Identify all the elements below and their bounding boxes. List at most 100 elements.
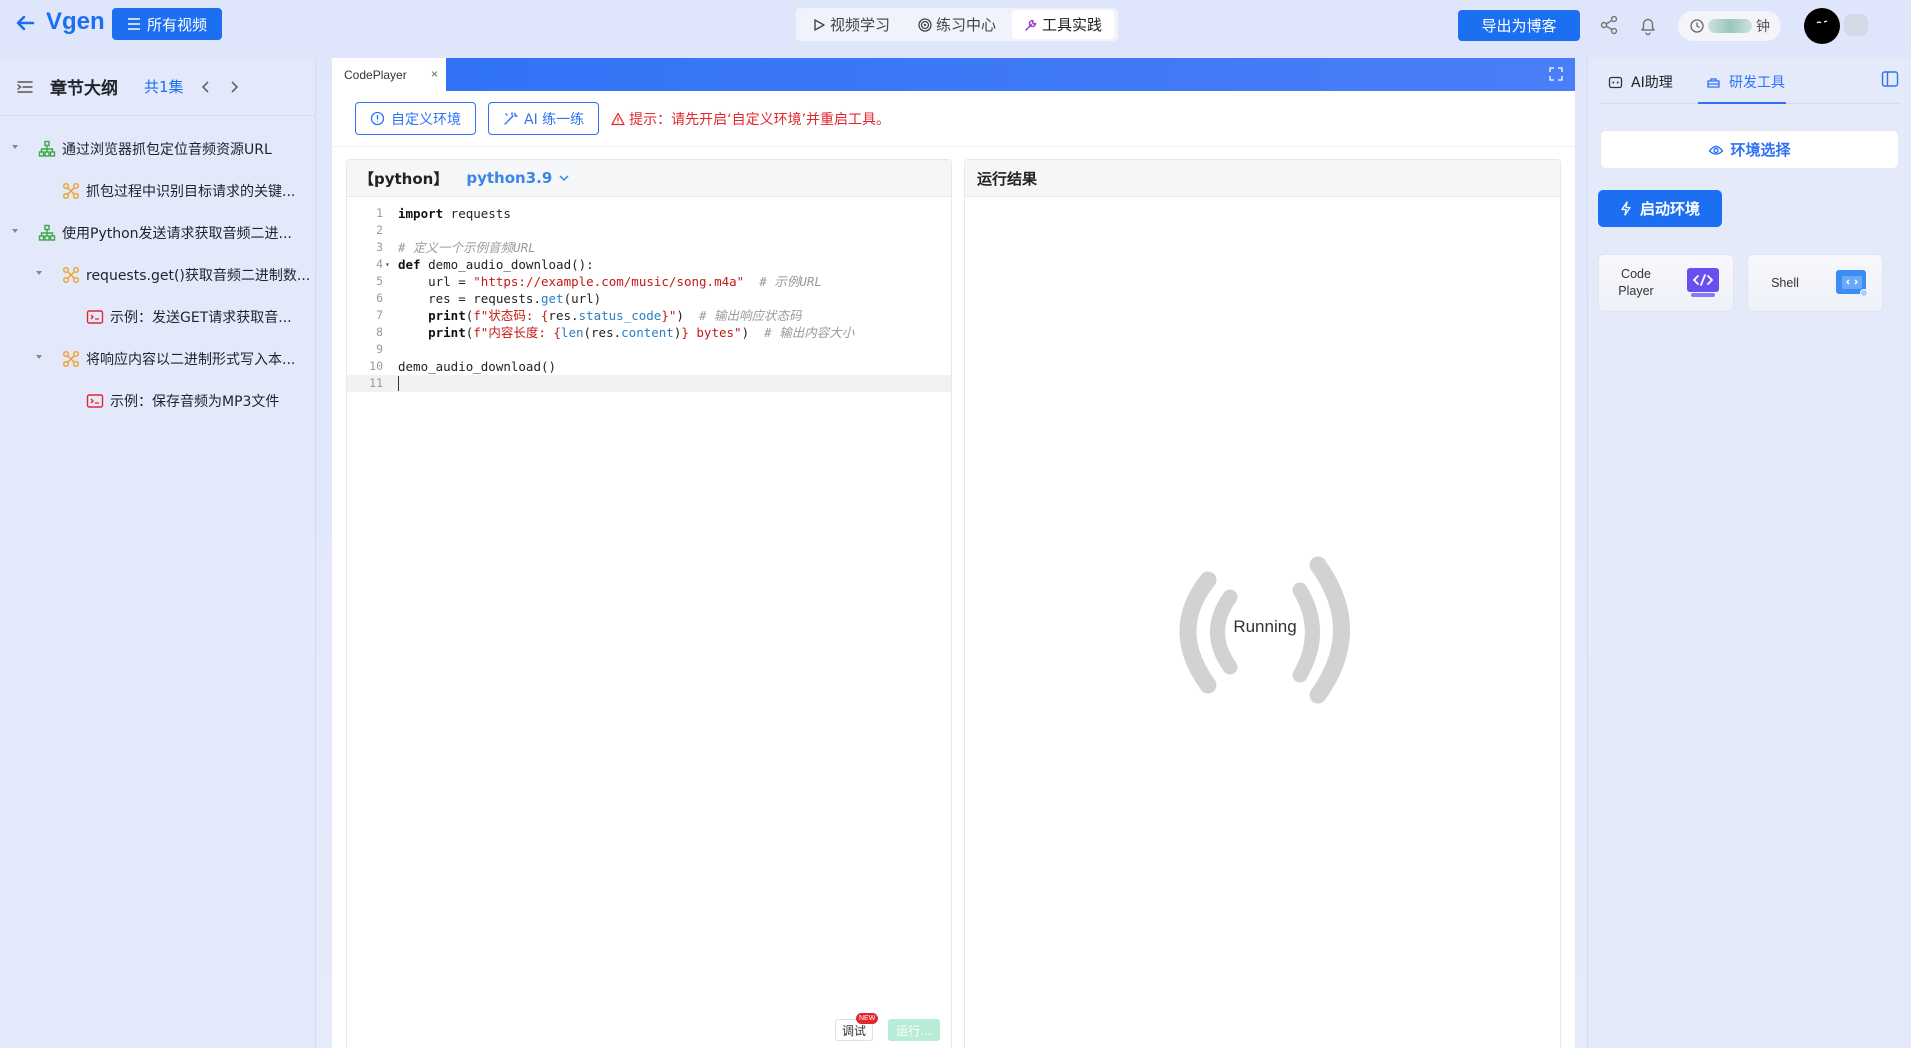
tab-label: AI助理 (1631, 75, 1673, 91)
env-select-button[interactable]: 环境选择 (1600, 130, 1899, 169)
line-number: 11 (369, 376, 383, 390)
tab-practice-center[interactable]: 练习中心 (906, 10, 1008, 39)
info-icon (370, 111, 385, 126)
outline-item[interactable]: 将响应内容以二进制形式写入本... (0, 338, 315, 380)
outline-item-label: requests.get()获取音频二进制数... (86, 268, 311, 284)
language-label: 【python】 (359, 169, 449, 188)
tab-codeplayer[interactable]: CodePlayer × (332, 58, 446, 91)
line-number: 7 (376, 308, 383, 322)
tab-video-learning[interactable]: 视频学习 (800, 10, 902, 39)
outline-item[interactable]: 抓包过程中识别目标请求的关键... (0, 170, 315, 212)
outline-item[interactable]: 通过浏览器抓包定位音频资源URL (0, 128, 315, 170)
warning-icon (611, 112, 625, 125)
code-player-icon (1687, 268, 1719, 297)
outline-menu-icon[interactable] (16, 78, 34, 96)
close-icon[interactable]: × (431, 67, 438, 81)
tool-name-line: Player (1618, 284, 1654, 298)
code-line: 4 ▾ def demo_audio_download(): (347, 256, 951, 273)
clock-icon (1690, 19, 1704, 33)
outline-item[interactable]: requests.get()获取音频二进制数... (0, 254, 315, 296)
caret-down-icon[interactable] (34, 352, 44, 362)
code-player-tool-card[interactable]: Code Player (1598, 254, 1734, 312)
line-number: 2 (376, 223, 383, 237)
tab-dev-tools[interactable]: 研发工具 (1706, 72, 1785, 92)
running-indicator: Running (1160, 535, 1370, 725)
list-icon (127, 18, 140, 30)
code-area[interactable]: 1 import requests 2 3 # 定义一个示例音频URL 4 ▾ def … (347, 197, 951, 392)
run-button[interactable]: 运行... (888, 1019, 940, 1041)
caret-down-icon[interactable] (34, 268, 44, 278)
tab-bar: CodePlayer × (332, 58, 1575, 91)
ai-practice-label: AI 练一练 (524, 111, 585, 128)
fold-icon[interactable]: ▾ (385, 256, 390, 273)
fullscreen-icon[interactable] (1549, 67, 1563, 81)
mode-tabs: 视频学习 练习中心 工具实践 (795, 7, 1120, 42)
ai-practice-button[interactable]: AI 练一练 (488, 102, 600, 135)
tool-name: Code Player (1599, 266, 1673, 300)
shell-icon (1836, 270, 1868, 297)
code-line: 5 url = "https://example.com/music/song.… (347, 273, 951, 290)
chapter-outline-sidebar: 章节大纲 共1集 通过浏览器抓包定位音频资源URL 抓包过程中识别目标请求的关键… (0, 58, 316, 1048)
code-line: 6 res = requests.get(url) (347, 290, 951, 307)
chapter-tree: 通过浏览器抓包定位音频资源URL 抓包过程中识别目标请求的关键... 使用Pyt… (0, 116, 315, 422)
username-blurred (1844, 14, 1868, 36)
nodes-icon (63, 183, 79, 199)
top-bar: Vgen 所有视频 视频学习 练习中心 工具实践 导出为博客 钟 (0, 0, 1911, 56)
editor-toolbar: 自定义环境 AI 练一练 提示：请先开启‘自定义环境’并重启工具。 (332, 91, 1575, 147)
start-env-button[interactable]: 启动环境 (1598, 190, 1722, 227)
chevron-down-icon (559, 175, 569, 182)
tool-name-line: Code (1621, 267, 1651, 281)
bell-icon[interactable] (1637, 14, 1659, 36)
play-icon (814, 18, 825, 31)
outline-item-label: 将响应内容以二进制形式写入本... (86, 352, 296, 368)
outline-item-label: 抓包过程中识别目标请求的关键... (86, 184, 296, 200)
sidebar-header: 章节大纲 共1集 (0, 58, 315, 116)
share-icon[interactable] (1598, 14, 1620, 36)
export-blog-button[interactable]: 导出为博客 (1458, 10, 1580, 41)
code-line: 3 # 定义一个示例音频URL (347, 239, 951, 256)
caret-down-icon[interactable] (10, 226, 20, 236)
sidebar-title: 章节大纲 (50, 79, 118, 99)
nodes-icon (63, 267, 79, 283)
outline-item[interactable]: 使用Python发送请求获取音频二进... (0, 212, 315, 254)
panel-toggle-icon[interactable] (1881, 70, 1899, 88)
avatar[interactable] (1804, 8, 1840, 44)
line-number: 1 (376, 206, 383, 220)
tab-label: 练习中心 (936, 16, 997, 34)
shell-tool-card[interactable]: Shell (1747, 254, 1883, 312)
outline-item[interactable]: 示例：保存音频为MP3文件 (0, 380, 315, 422)
code-line: 10 demo_audio_download() (347, 358, 951, 375)
start-env-label: 启动环境 (1639, 200, 1700, 218)
tab-ai-assistant[interactable]: AI助理 (1608, 72, 1673, 92)
caret-down-icon[interactable] (10, 142, 20, 152)
line-number: 5 (376, 274, 383, 288)
run-result-panel: 运行结果 Running (964, 159, 1561, 1048)
outline-item[interactable]: 示例：发送GET请求获取音... (0, 296, 315, 338)
wrench-icon (1025, 19, 1037, 31)
study-timer[interactable]: 钟 (1678, 11, 1781, 41)
code-line: 2 (347, 222, 951, 239)
code-line: 1 import requests (347, 205, 951, 222)
episode-count: 共1集 (144, 78, 184, 96)
python-version-select[interactable]: python3.9 (466, 169, 570, 187)
timer-value-blurred (1708, 19, 1752, 33)
timer-suffix: 钟 (1756, 19, 1770, 35)
editor-header: 【python】 python3.9 (347, 160, 951, 197)
back-arrow-icon[interactable] (14, 12, 36, 34)
chevron-left-icon[interactable] (198, 79, 214, 95)
result-title: 运行结果 (977, 169, 1038, 188)
magic-wand-icon (504, 112, 518, 125)
tab-label: 工具实践 (1042, 16, 1103, 34)
app-logo[interactable]: Vgen (46, 8, 105, 36)
all-videos-button[interactable]: 所有视频 (112, 8, 222, 40)
tab-label: CodePlayer (344, 67, 407, 82)
right-tabs: AI助理 研发工具 (1600, 58, 1900, 104)
tab-tool-practice[interactable]: 工具实践 (1012, 10, 1115, 39)
custom-env-label: 自定义环境 (391, 111, 461, 128)
tab-label: 研发工具 (1729, 75, 1785, 91)
tree-icon (38, 224, 56, 241)
target-icon (918, 17, 932, 32)
custom-env-button[interactable]: 自定义环境 (355, 102, 476, 135)
chevron-right-icon[interactable] (226, 79, 242, 95)
right-tool-panel: AI助理 研发工具 环境选择 启动环境 Code Player Shell (1587, 58, 1911, 1048)
